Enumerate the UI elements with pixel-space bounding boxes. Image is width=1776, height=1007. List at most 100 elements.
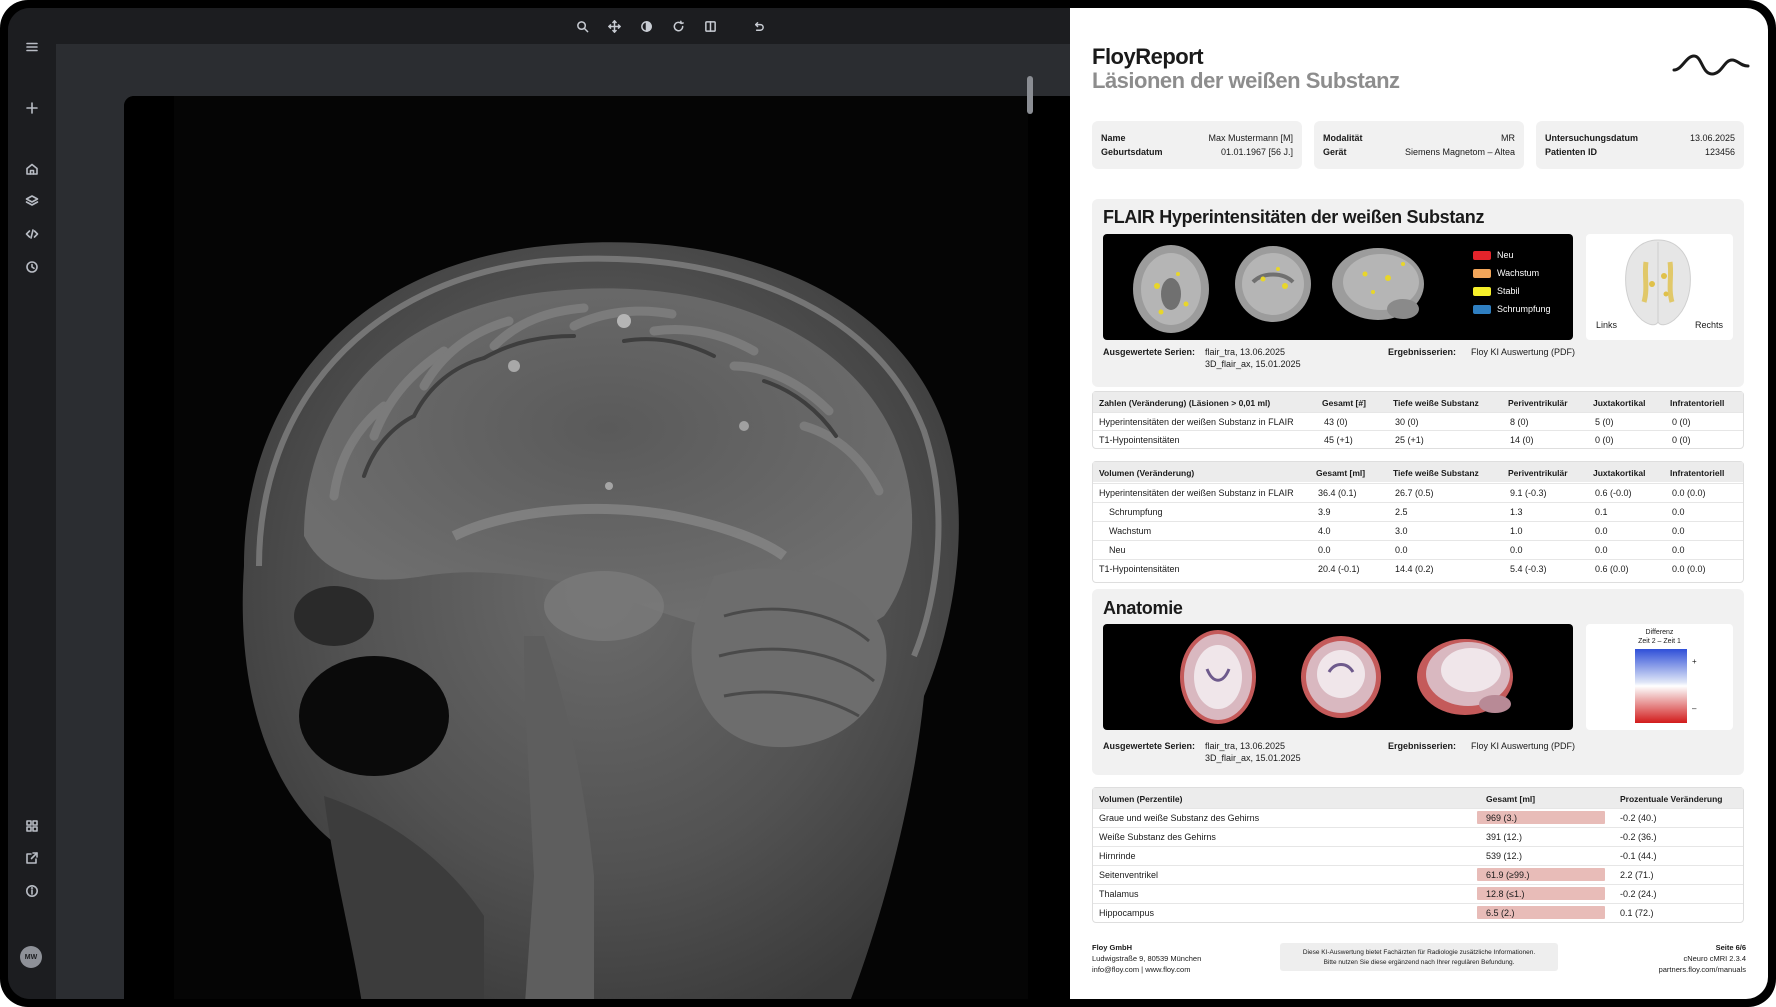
percentile-table: Volumen (Perzentile) Gesamt [ml] Prozent… [1092,787,1744,923]
legend-growth: Wachstum [1473,268,1539,278]
left-label: Links [1596,320,1618,330]
percentile-header-change: Prozentuale Veränderung [1620,794,1723,804]
cell: 3.0 [1395,526,1408,536]
cell: 1.0 [1510,526,1523,536]
code-icon[interactable] [20,222,44,246]
footer-notice-line2: Bitte nutzen Sie diese ergänzend nach Ih… [1323,959,1515,966]
cell: Hyperintensitäten der weißen Substanz in… [1099,417,1294,427]
cell: 0.0 [1672,507,1685,517]
diff-title: Differenz [1645,629,1674,636]
anatomy-brain-images [1180,630,1513,724]
cell: 1.3 [1510,507,1523,517]
legend-shrink-swatch [1473,304,1491,314]
history-icon[interactable] [20,255,44,279]
counts-header-label: Zahlen (Veränderung) (Läsionen > 0,01 ml… [1099,398,1271,408]
report-footer: Floy GmbH Ludwigstraße 9, 80539 München … [1092,943,1746,983]
info-icon[interactable] [20,879,44,903]
legend-growth-label: Wachstum [1497,268,1540,278]
legend-growth-swatch [1473,268,1491,278]
table-row: Hirnrinde 539 (12.) -0.1 (44.) [1093,846,1743,864]
cell: 0.0 [1318,545,1331,555]
footer-notice: Diese KI-Auswertung bietet Fachärzten fü… [1280,943,1558,971]
table-row: Hyperintensitäten der weißen Substanz in… [1093,412,1743,430]
contrast-icon[interactable] [636,16,656,36]
device-label: Gerät [1323,147,1347,157]
menu-icon[interactable] [20,35,44,59]
mri-sagittal-image [124,96,1078,999]
cell: 20.4 (-0.1) [1318,564,1360,574]
cell: 0.0 [1595,526,1608,536]
legend-new: Neu [1473,250,1514,260]
cell: -0.2 (24.) [1620,889,1657,899]
patient-card: Name Max Mustermann [M] Geburtsdatum 01.01… [1092,121,1302,169]
cell: Weiße Substanz des Gehirns [1099,832,1216,842]
plus-label: + [1692,657,1697,666]
cell: 30 (0) [1395,417,1419,427]
counts-header-deep: Tiefe weiße Substanz [1393,398,1479,408]
flair-series-label: Ausgewertete Serien: [1103,347,1196,357]
table-row: Hyperintensitäten der weißen Substanz in… [1093,483,1743,501]
mri-viewport[interactable] [124,96,1078,999]
cell: 36.4 (0.1) [1318,488,1357,498]
anatomy-results-label: Ergebnisserien: [1388,741,1457,751]
cell: 45 (+1) [1324,435,1353,445]
flair-results-label: Ergebnisserien: [1388,347,1457,357]
cell: 0.0 [1672,526,1685,536]
footer-notice-line1: Diese KI-Auswertung bietet Fachärzten fü… [1302,949,1536,956]
move-icon[interactable] [604,16,624,36]
flair-title: FLAIR Hyperintensitäten der weißen Subst… [1103,207,1485,227]
cell: 0.0 (0.0) [1672,564,1706,574]
table-row: T1-Hypointensitäten 20.4 (-0.1) 14.4 (0.… [1093,559,1743,577]
cell: -0.2 (40.) [1620,813,1657,823]
cell: 8 (0) [1510,417,1529,427]
undo-icon[interactable] [748,16,768,36]
image-viewer [56,44,1078,999]
cell: 26.7 (0.5) [1395,488,1434,498]
grid-icon[interactable] [20,814,44,838]
viewer-scrollbar[interactable] [1027,76,1033,114]
split-view-icon[interactable] [700,16,720,36]
modality-label: Modalität [1323,133,1363,143]
exam-date-label: Untersuchungsdatum [1545,133,1639,143]
cell: 0.0 (0.0) [1672,488,1706,498]
anatomy-title: Anatomie [1103,598,1183,618]
cell: 391 (12.) [1486,832,1523,842]
footer-address: Ludwigstraße 9, 80539 München [1092,954,1202,963]
report-panel: FloyReport Läsionen der weißen Substanz … [1070,8,1768,999]
footer-contact: info@floy.com | www.floy.com [1092,965,1191,974]
legend-stable: Stabil [1473,286,1520,296]
rotate-icon[interactable] [668,16,688,36]
anatomy-section: Anatomie Differenz Zeit 2 – Zeit 1 + – A… [1092,589,1744,775]
cell: 43 (0) [1324,417,1348,427]
diff-subtitle: Zeit 2 – Zeit 1 [1638,638,1681,645]
table-row: Neu 0.0 0.0 0.0 0.0 0.0 [1093,540,1743,558]
cell: 5 (0) [1595,417,1614,427]
volume-header-periventricular: Periventrikulär [1508,468,1568,478]
add-icon[interactable] [20,96,44,120]
external-link-icon[interactable] [20,846,44,870]
name-label: Name [1101,133,1126,143]
counts-table-header: Zahlen (Veränderung) (Läsionen > 0,01 ml… [1093,392,1743,412]
volume-header-deep: Tiefe weiße Substanz [1393,468,1479,478]
legend-stable-swatch [1473,286,1491,296]
table-row: Seitenventrikel 61.9 (≥99.) 2.2 (71.) [1093,865,1743,883]
flair-section: FLAIR Hyperintensitäten der weißen Subst… [1092,199,1744,387]
counts-table: Zahlen (Veränderung) (Läsionen > 0,01 ml… [1092,391,1744,449]
minus-label: – [1692,704,1697,713]
cell: 0.0 [1672,545,1685,555]
home-icon[interactable] [20,157,44,181]
table-row: Thalamus 12.8 (≤1.) -0.2 (24.) [1093,884,1743,902]
dob-value: 01.01.1967 [56 J.] [1220,147,1293,157]
cell: 0 (0) [1672,417,1691,427]
search-icon[interactable] [572,16,592,36]
cell: Graue und weiße Substanz des Gehirns [1099,813,1260,823]
flair-images-panel: Neu Wachstum Stabil Schrumpfung [1103,234,1573,340]
modality-value: MR [1501,133,1515,143]
flair-series-line1: flair_tra, 13.06.2025 [1205,347,1286,357]
cell: Hippocampus [1099,908,1155,918]
anatomy-series-line2: 3D_flair_ax, 15.01.2025 [1205,753,1301,763]
user-avatar[interactable]: MW [20,946,42,968]
cell: -0.1 (44.) [1620,851,1657,861]
cell: Thalamus [1099,889,1139,899]
layers-icon[interactable] [20,189,44,213]
